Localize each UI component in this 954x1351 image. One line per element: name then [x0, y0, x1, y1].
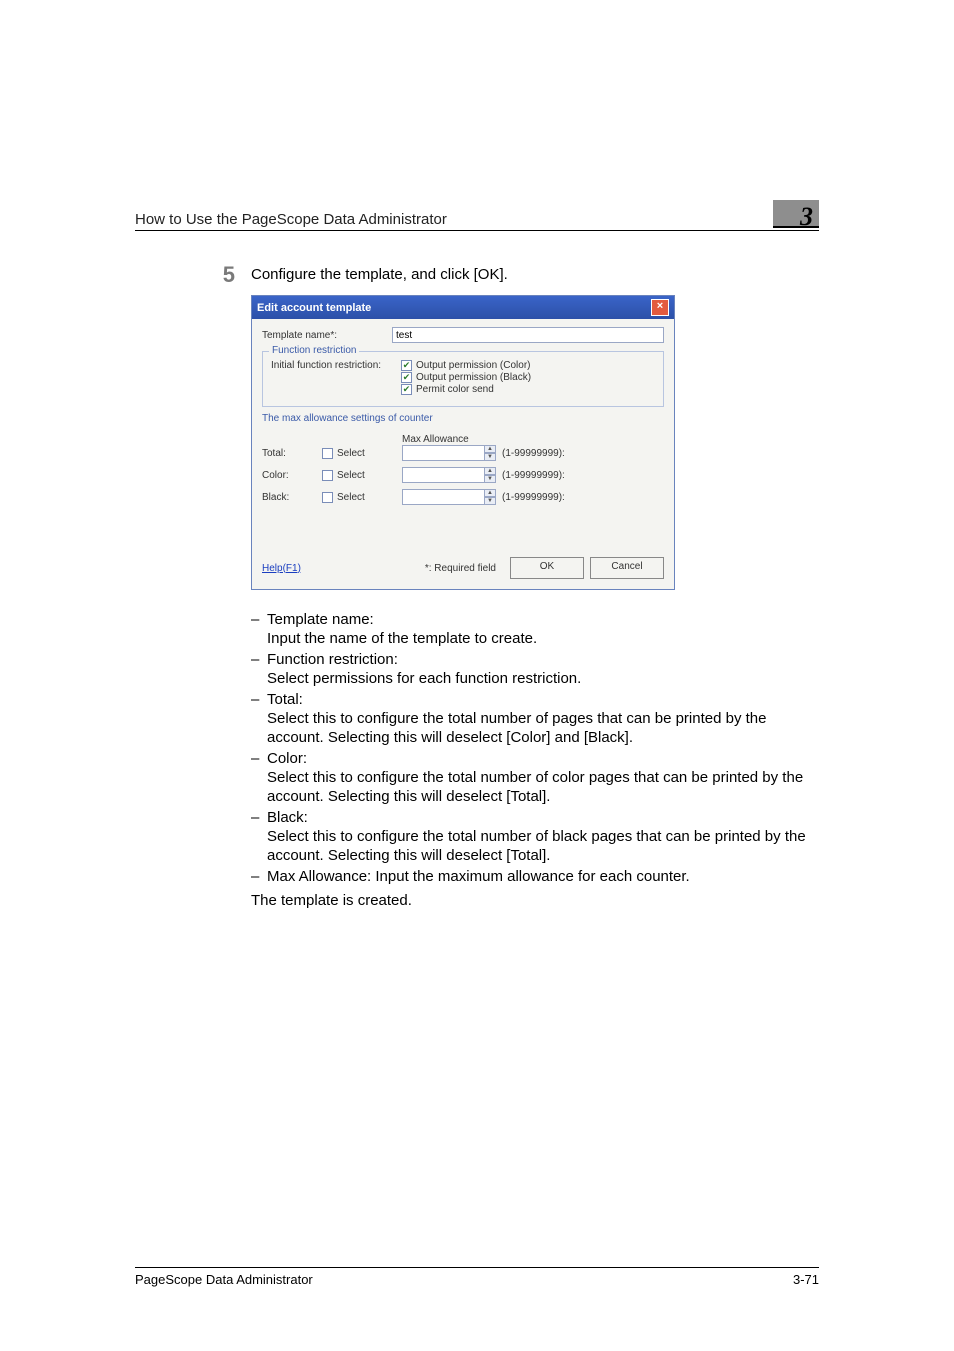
page-footer: PageScope Data Administrator 3-71 — [135, 1267, 819, 1287]
perm-output-color: ✔ Output permission (Color) — [401, 360, 655, 371]
max-allowance-grid: Max Allowance Total: Select ▲▼ — [262, 434, 664, 505]
step-number: 5 — [195, 265, 251, 285]
checkbox-icon[interactable] — [322, 448, 333, 459]
function-restriction-group: Function restriction Initial function re… — [262, 351, 664, 407]
cancel-button[interactable]: Cancel — [590, 557, 664, 579]
checkbox-icon[interactable] — [322, 492, 333, 503]
item-body: Select this to configure the total numbe… — [267, 768, 819, 806]
step-row: 5 Configure the template, and click [OK]… — [195, 265, 819, 285]
list-item: –Max Allowance: Input the maximum allowa… — [251, 867, 819, 886]
dialog-body: Template name*: Function restriction Ini… — [252, 319, 674, 589]
item-heading: Template name: — [267, 611, 374, 628]
template-name-input[interactable] — [392, 327, 664, 343]
list-item: –Function restriction: Select permission… — [251, 650, 819, 688]
dialog-titlebar: Edit account template × — [252, 296, 674, 319]
item-heading: Max Allowance: Input the maximum allowan… — [267, 868, 690, 885]
spinner-icon[interactable]: ▲▼ — [484, 445, 496, 461]
item-heading: Function restriction: — [267, 651, 398, 668]
help-link[interactable]: Help(F1) — [262, 563, 301, 574]
final-paragraph: The template is created. — [251, 892, 819, 909]
range-label: (1-99999999): — [502, 448, 565, 459]
item-heading: Black: — [267, 809, 308, 826]
perm-output-black: ✔ Output permission (Black) — [401, 372, 655, 383]
item-body: Select this to configure the total numbe… — [267, 827, 819, 865]
checkbox-icon[interactable]: ✔ — [401, 384, 412, 395]
header-title: How to Use the PageScope Data Administra… — [135, 211, 773, 228]
spinner-icon[interactable]: ▲▼ — [484, 467, 496, 483]
row-label: Black: — [262, 492, 322, 503]
max-row-color: Color: Select ▲▼ (1-99999999): — [262, 467, 664, 483]
max-row-black: Black: Select ▲▼ (1-99999999): — [262, 489, 664, 505]
total-input[interactable] — [402, 445, 496, 461]
select-label: Select — [337, 448, 365, 459]
checkbox-icon[interactable]: ✔ — [401, 360, 412, 371]
item-body: Select this to configure the total numbe… — [267, 709, 819, 747]
row-label: Color: — [262, 470, 322, 481]
max-allowance-col-label: Max Allowance — [402, 434, 664, 445]
max-allowance-heading: The max allowance settings of counter — [262, 413, 664, 424]
list-item: –Black: Select this to configure the tot… — [251, 808, 819, 865]
max-row-total: Total: Select ▲▼ (1-99999999): — [262, 445, 664, 461]
select-label: Select — [337, 470, 365, 481]
initial-restriction-row: Initial function restriction: ✔ Output p… — [271, 360, 655, 396]
perm-color-send: ✔ Permit color send — [401, 384, 655, 395]
item-body: Input the name of the template to create… — [267, 629, 819, 648]
footer-page-number: 3-71 — [793, 1272, 819, 1287]
checkbox-icon[interactable]: ✔ — [401, 372, 412, 383]
chapter-badge: 3 — [773, 200, 819, 228]
list-item: –Template name: Input the name of the te… — [251, 610, 819, 648]
item-heading: Color: — [267, 750, 307, 767]
range-label: (1-99999999): — [502, 470, 565, 481]
description-list: –Template name: Input the name of the te… — [251, 610, 819, 886]
template-name-row: Template name*: — [262, 327, 664, 343]
item-heading: Total: — [267, 691, 303, 708]
color-input[interactable] — [402, 467, 496, 483]
spinner-icon[interactable]: ▲▼ — [484, 489, 496, 505]
black-input[interactable] — [402, 489, 496, 505]
content-area: 5 Configure the template, and click [OK]… — [195, 265, 819, 909]
close-icon[interactable]: × — [651, 299, 669, 316]
range-label: (1-99999999): — [502, 492, 565, 503]
list-item: –Color: Select this to configure the tot… — [251, 749, 819, 806]
max-allowance-header-row: Max Allowance — [262, 434, 664, 445]
initial-restriction-label: Initial function restriction: — [271, 360, 401, 371]
perm-label: Permit color send — [416, 384, 494, 395]
perm-label: Output permission (Black) — [416, 372, 531, 383]
ok-button[interactable]: OK — [510, 557, 584, 579]
checkbox-icon[interactable] — [322, 470, 333, 481]
template-name-label: Template name*: — [262, 330, 392, 341]
required-field-label: *: Required field — [425, 563, 496, 574]
page: How to Use the PageScope Data Administra… — [0, 0, 954, 1351]
dialog-title: Edit account template — [257, 302, 651, 314]
dialog-footer: Help(F1) *: Required field OK Cancel — [262, 557, 664, 579]
permission-list: ✔ Output permission (Color) ✔ Output per… — [401, 360, 655, 396]
step-text: Configure the template, and click [OK]. — [251, 265, 819, 285]
item-body: Select permissions for each function res… — [267, 669, 819, 688]
function-restriction-group-title: Function restriction — [269, 345, 359, 356]
row-label: Total: — [262, 448, 322, 459]
perm-label: Output permission (Color) — [416, 360, 530, 371]
edit-account-template-dialog: Edit account template × Template name*: … — [251, 295, 675, 590]
select-label: Select — [337, 492, 365, 503]
page-header: How to Use the PageScope Data Administra… — [135, 200, 819, 231]
footer-title: PageScope Data Administrator — [135, 1272, 793, 1287]
list-item: –Total: Select this to configure the tot… — [251, 690, 819, 747]
